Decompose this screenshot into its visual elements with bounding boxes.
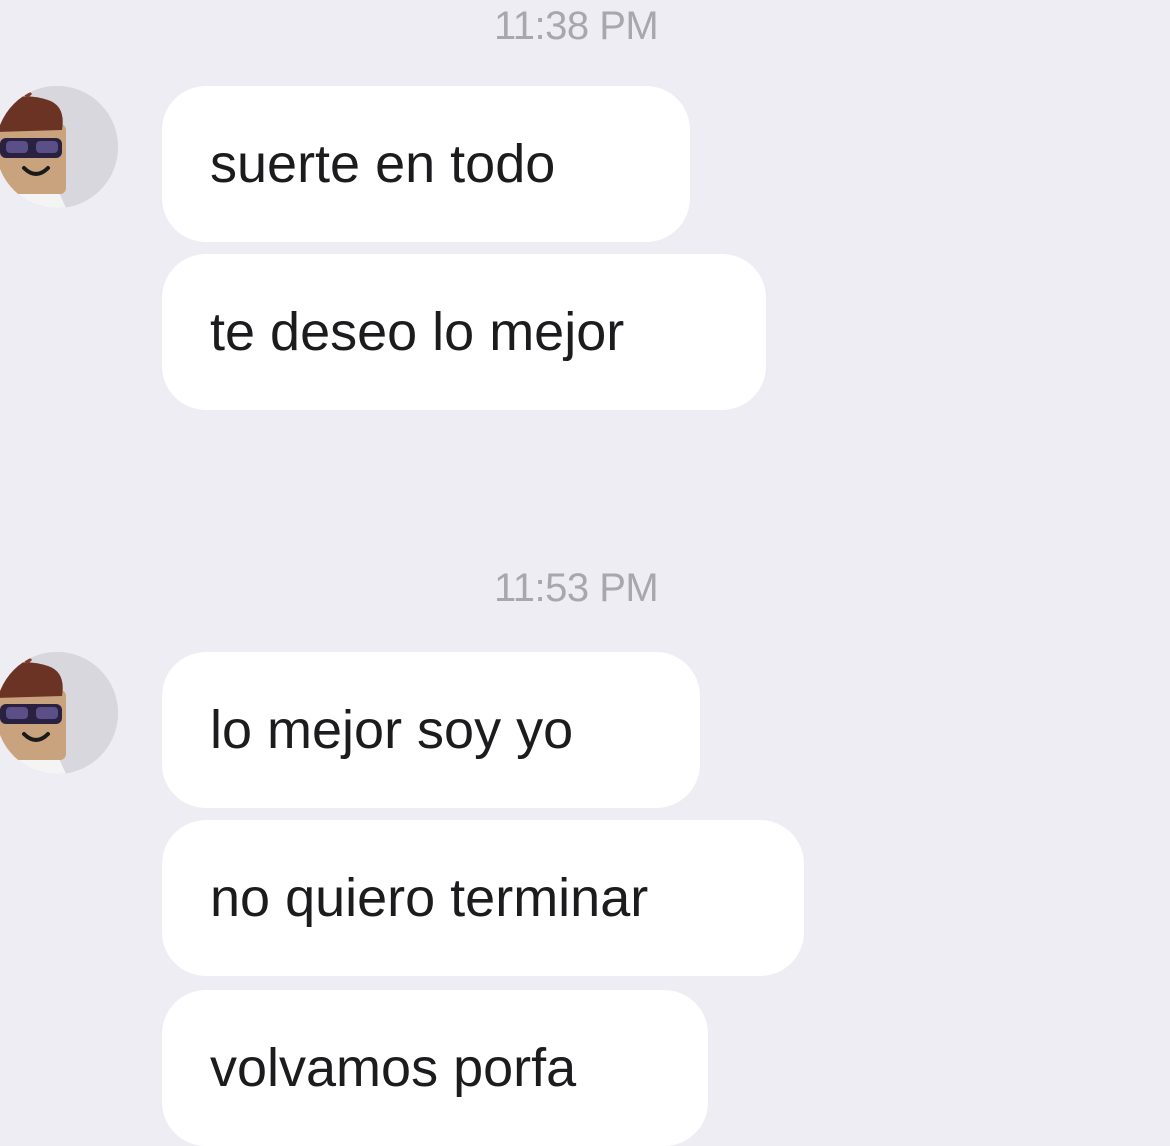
timestamp: 11:53 PM <box>494 566 659 610</box>
timestamp: 11:38 PM <box>494 4 659 48</box>
message-bubble[interactable]: suerte en todo <box>162 86 690 242</box>
avatar-sunglasses-icon[interactable] <box>0 652 118 774</box>
message-bubble[interactable]: no quiero terminar <box>162 820 804 976</box>
chat-thread: 11:38 PM suerte en todo te deseo lo mejo… <box>0 0 1170 1146</box>
avatar-sunglasses-icon[interactable] <box>0 86 118 208</box>
message-bubble[interactable]: lo mejor soy yo <box>162 652 700 808</box>
message-bubble[interactable]: volvamos porfa <box>162 990 708 1146</box>
message-bubble[interactable]: te deseo lo mejor <box>162 254 766 410</box>
